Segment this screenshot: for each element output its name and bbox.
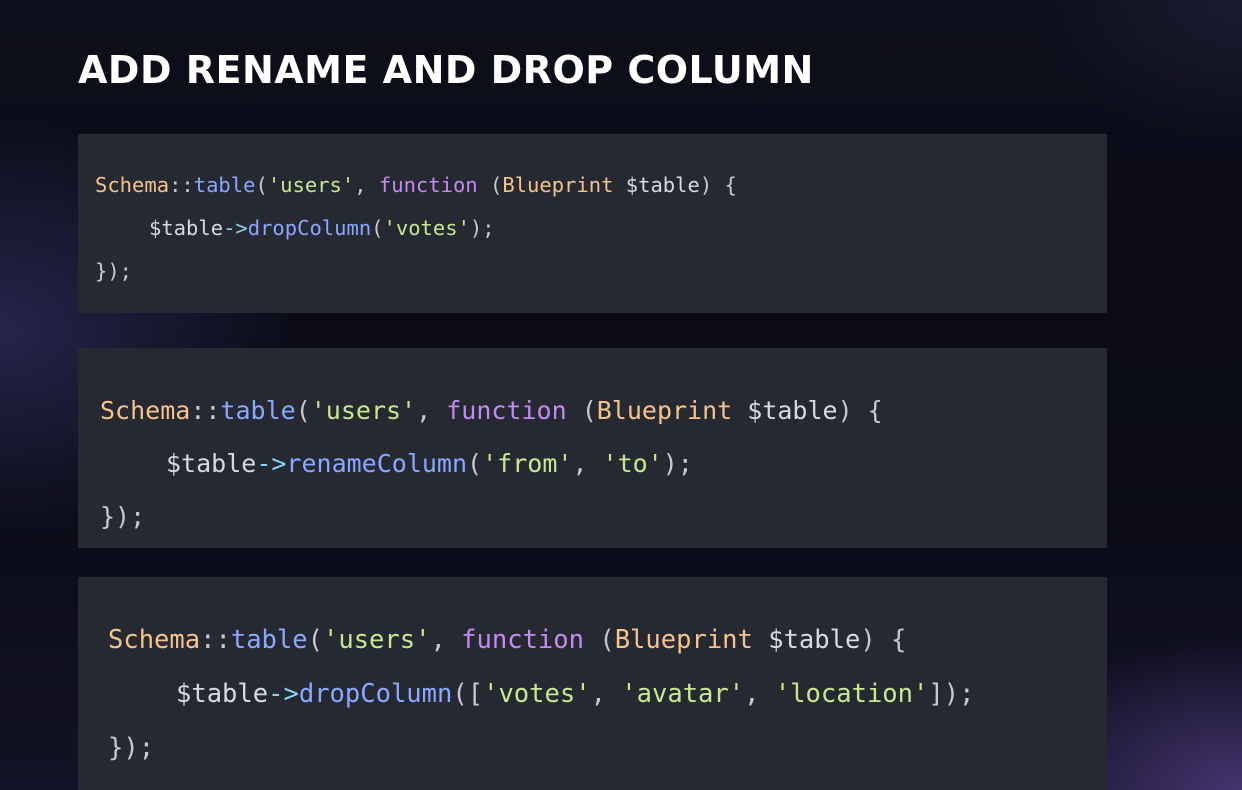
token-sep: :: (190, 396, 221, 425)
token-arg: 'to' (602, 449, 663, 478)
token-close: ); (662, 449, 693, 478)
token-var: $table (732, 396, 838, 425)
code-line-2: $table->renameColumn('from', 'to'); (100, 437, 1107, 490)
token-type: Blueprint (502, 173, 614, 197)
token-comma: , (744, 679, 775, 709)
code-line-1: Schema::table('users', function (Bluepri… (100, 384, 1107, 437)
token-comma: , (572, 449, 603, 478)
token-arrow: -> (256, 449, 287, 478)
token-arrow: -> (223, 216, 248, 240)
token-arg: 'votes' (383, 216, 470, 240)
token-comma: , (430, 625, 462, 655)
token-var: $table (149, 216, 224, 240)
token-class: Schema (100, 396, 191, 425)
code-block-rename-column: Schema::table('users', function (Bluepri… (78, 348, 1107, 548)
token-type: Blueprint (614, 625, 753, 655)
token-comma: , (354, 173, 379, 197)
token-open: ( (307, 625, 323, 655)
token-arg: 'location' (774, 679, 929, 709)
token-close: ) { (699, 173, 737, 197)
token-method: table (220, 396, 296, 425)
token-open: ( (371, 216, 384, 240)
token-close: ); (469, 216, 495, 240)
code-line-1: Schema::table('users', function (Bluepri… (108, 613, 1107, 667)
token-open: ([ (452, 679, 484, 709)
token-method: table (193, 173, 256, 197)
code-line-3: }); (95, 259, 133, 283)
token-keyword: function (378, 173, 478, 197)
token-comma: , (416, 396, 447, 425)
token-string: 'users' (267, 173, 355, 197)
token-string: 'users' (322, 625, 431, 655)
token-method: dropColumn (247, 216, 372, 240)
token-arg: 'votes' (483, 679, 591, 709)
slide-title: ADD RENAME AND DROP COLUMN (78, 48, 814, 92)
token-type: Blueprint (596, 396, 733, 425)
token-comma: , (590, 679, 622, 709)
token-method: table (230, 625, 308, 655)
token-paren: ( (477, 173, 503, 197)
token-sep: :: (200, 625, 231, 655)
token-method: renameColumn (286, 449, 468, 478)
token-close: ) { (860, 625, 907, 655)
token-method: dropColumn (298, 679, 453, 709)
token-var: $table (176, 679, 269, 709)
token-open: ( (295, 396, 311, 425)
token-paren: ( (583, 625, 615, 655)
token-arg: 'avatar' (621, 679, 745, 709)
token-class: Schema (95, 173, 170, 197)
token-keyword: function (461, 625, 584, 655)
token-keyword: function (446, 396, 567, 425)
code-block-drop-multiple-columns: Schema::table('users', function (Bluepri… (78, 577, 1107, 790)
code-line-2: $table->dropColumn('votes'); (95, 207, 1107, 250)
token-var: $table (752, 625, 861, 655)
token-open: ( (255, 173, 268, 197)
code-line-2: $table->dropColumn(['votes', 'avatar', '… (108, 667, 1107, 721)
token-var: $table (166, 449, 257, 478)
token-paren: ( (566, 396, 597, 425)
token-class: Schema (108, 625, 201, 655)
token-close: ]); (928, 679, 975, 709)
code-block-drop-column: Schema::table('users', function (Bluepri… (78, 134, 1107, 313)
code-line-3: }); (108, 733, 155, 763)
token-sep: :: (169, 173, 194, 197)
token-close: ) { (837, 396, 883, 425)
token-arg: 'from' (482, 449, 573, 478)
code-line-1: Schema::table('users', function (Bluepri… (95, 164, 1107, 207)
token-arrow: -> (268, 679, 299, 709)
token-var: $table (613, 173, 700, 197)
token-string: 'users' (310, 396, 417, 425)
token-open: ( (467, 449, 483, 478)
code-line-3: }); (100, 502, 146, 531)
